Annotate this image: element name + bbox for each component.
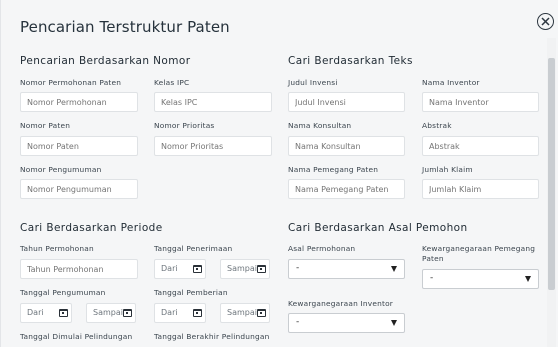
structured-search-modal: Pencarian Terstruktur Paten Pencarian Be…: [0, 0, 558, 347]
select-kewarganegaraan-pemegang[interactable]: -: [422, 269, 539, 289]
date-pemberian-to-placeholder: Sampai: [227, 308, 257, 317]
label-nama-konsultan: Nama Konsultan: [288, 121, 352, 130]
date-penerimaan-from[interactable]: Dari: [154, 259, 206, 279]
select-kewarganegaraan-inventor-value: -: [296, 317, 300, 327]
input-abstrak[interactable]: [422, 136, 539, 156]
caret-down-icon: [391, 320, 397, 326]
input-nama-inventor[interactable]: [422, 92, 539, 112]
label-jumlah-klaim: Jumlah Klaim: [422, 165, 473, 174]
calendar-icon[interactable]: [193, 309, 202, 317]
label-nomor-prioritas: Nomor Prioritas: [154, 121, 215, 130]
label-tanggal-pemberian: Tanggal Pemberian: [154, 288, 228, 297]
calendar-icon[interactable]: [59, 309, 68, 317]
section-title-periode: Cari Berdasarkan Periode: [20, 222, 163, 234]
label-abstrak: Abstrak: [422, 121, 452, 130]
label-nomor-paten: Nomor Paten: [20, 121, 71, 130]
caret-down-icon: [525, 276, 531, 282]
calendar-icon[interactable]: [257, 309, 266, 317]
label-tahun-permohonan: Tahun Permohonan: [20, 244, 94, 253]
date-pemberian-from-placeholder: Dari: [161, 308, 178, 317]
label-nama-inventor: Nama Inventor: [422, 78, 480, 87]
scrollbar-thumb[interactable]: [548, 58, 555, 290]
input-nomor-prioritas[interactable]: [154, 136, 272, 156]
select-kewarganegaraan-inventor[interactable]: -: [288, 313, 405, 333]
date-pengumuman-to-placeholder: Sampai: [93, 308, 123, 317]
label-tanggal-pengumuman: Tanggal Pengumuman: [20, 288, 106, 297]
date-pemberian-to[interactable]: Sampai: [220, 303, 270, 323]
date-penerimaan-to[interactable]: Sampai: [220, 259, 270, 279]
date-pengumuman-from[interactable]: Dari: [20, 303, 72, 323]
input-nama-pemegang-paten[interactable]: [288, 179, 405, 199]
label-judul-invensi: Judul Invensi: [288, 78, 338, 87]
input-tahun-permohonan[interactable]: [20, 259, 138, 279]
calendar-icon[interactable]: [123, 309, 132, 317]
section-title-nomor: Pencarian Berdasarkan Nomor: [20, 55, 191, 67]
date-penerimaan-from-placeholder: Dari: [161, 264, 178, 273]
label-kewarganegaraan-inventor: Kewarganegaraan Inventor: [288, 299, 394, 308]
label-tanggal-dimulai-pelindungan: Tanggal Dimulai Pelindungan: [20, 332, 133, 341]
input-jumlah-klaim[interactable]: [422, 179, 539, 199]
date-pemberian-from[interactable]: Dari: [154, 303, 206, 323]
select-kewarganegaraan-pemegang-value: -: [430, 273, 434, 283]
input-nomor-permohonan[interactable]: [20, 92, 138, 112]
label-nama-pemegang-paten: Nama Pemegang Paten: [288, 165, 379, 174]
date-pengumuman-to[interactable]: Sampai: [86, 303, 136, 323]
select-asal-permohonan-value: -: [296, 263, 300, 273]
caret-down-icon: [391, 266, 397, 272]
label-nomor-permohonan: Nomor Permohonan Paten: [20, 78, 122, 87]
label-nomor-pengumuman: Nomor Pengumuman: [20, 165, 102, 174]
input-nomor-pengumuman[interactable]: [20, 179, 138, 199]
calendar-icon[interactable]: [193, 265, 202, 273]
label-asal-permohonan: Asal Permohonan: [288, 244, 356, 253]
modal-title: Pencarian Terstruktur Paten: [20, 18, 230, 36]
input-judul-invensi[interactable]: [288, 92, 405, 112]
section-title-asal: Cari Berdasarkan Asal Pemohon: [288, 222, 468, 234]
label-kewarganegaraan-pemegang: Kewarganegaraan Pemegang Paten: [422, 244, 536, 263]
close-x-glyph: [541, 17, 550, 26]
label-tanggal-penerimaan: Tanggal Penerimaan: [154, 244, 233, 253]
section-title-teks: Cari Berdasarkan Teks: [288, 55, 413, 67]
label-kelas-ipc: Kelas IPC: [154, 78, 190, 87]
date-pengumuman-from-placeholder: Dari: [27, 308, 44, 317]
input-nama-konsultan[interactable]: [288, 136, 405, 156]
vertical-scrollbar[interactable]: [547, 38, 556, 347]
calendar-icon[interactable]: [257, 265, 266, 273]
close-icon[interactable]: [537, 13, 554, 30]
date-penerimaan-to-placeholder: Sampai: [227, 264, 257, 273]
input-kelas-ipc[interactable]: [154, 92, 272, 112]
select-asal-permohonan[interactable]: -: [288, 259, 405, 279]
input-nomor-paten[interactable]: [20, 136, 138, 156]
label-tanggal-berakhir-pelindungan: Tanggal Berakhir Pelindungan: [154, 332, 270, 341]
